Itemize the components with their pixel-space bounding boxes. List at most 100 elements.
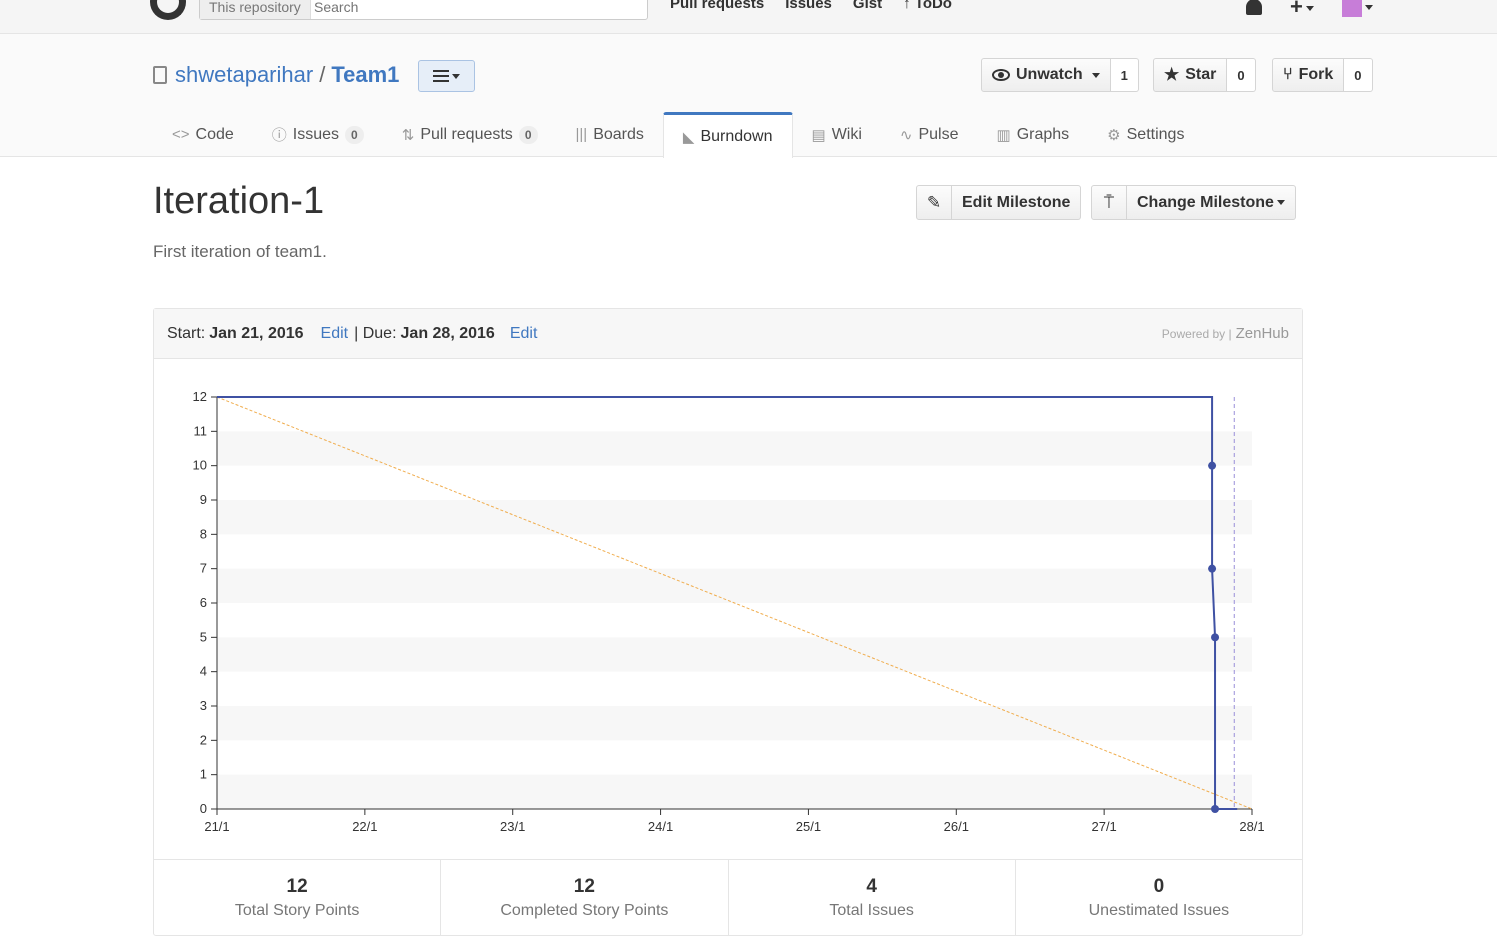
repo-owner-link[interactable]: shwetaparihar xyxy=(175,62,313,88)
y-tick-label: 1 xyxy=(200,767,207,782)
edit-milestone-button[interactable]: ✎ Edit Milestone xyxy=(916,185,1082,220)
top-header: This repository Pull requests Issues Gis… xyxy=(0,0,1497,34)
burndown-panel-header: Start: Jan 21, 2016 Edit | Due: Jan 28, … xyxy=(154,309,1302,359)
burndown-panel: Start: Jan 21, 2016 Edit | Due: Jan 28, … xyxy=(153,308,1303,936)
edit-start-date-link[interactable]: Edit xyxy=(321,325,349,343)
search-scope-label: This repository xyxy=(200,0,311,19)
tab-burndown[interactable]: ◣ Burndown xyxy=(662,112,793,158)
repo-name-link[interactable]: Team1 xyxy=(331,62,399,88)
watch-group: Unwatch 1 xyxy=(981,58,1139,92)
x-tick-label: 27/1 xyxy=(1091,819,1116,834)
nav-gist[interactable]: Gist xyxy=(853,0,882,12)
repo-menu-button[interactable] xyxy=(418,60,475,92)
nav-issues[interactable]: Issues xyxy=(785,0,832,12)
grid-band xyxy=(217,774,1252,809)
chevron-down-icon xyxy=(1305,5,1314,11)
tab-code[interactable]: <> Code xyxy=(153,112,253,157)
graphs-icon: ▥ xyxy=(996,126,1011,144)
github-logo-icon[interactable] xyxy=(150,0,186,20)
stat-total-story-points: 12 Total Story Points xyxy=(154,860,442,935)
user-menu[interactable] xyxy=(1341,0,1373,17)
nav-pull-requests[interactable]: Pull requests xyxy=(670,0,764,12)
fork-label: Fork xyxy=(1298,66,1334,83)
signpost-icon: ⍑ xyxy=(1091,185,1127,220)
zenhub-logo[interactable]: ZenHub xyxy=(1236,325,1289,342)
pulse-icon: ∿ xyxy=(899,126,913,144)
star-icon: ★ xyxy=(1164,65,1180,84)
tab-graphs[interactable]: ▥ Graphs xyxy=(978,112,1089,157)
y-tick-label: 10 xyxy=(193,458,207,473)
search-box[interactable]: This repository xyxy=(199,0,648,20)
edit-due-date-link[interactable]: Edit xyxy=(510,325,538,343)
y-tick-label: 9 xyxy=(200,492,207,507)
tab-pull-requests[interactable]: ⇅ Pull requests 0 xyxy=(383,112,557,157)
tab-label: Issues xyxy=(292,125,340,143)
tab-issues[interactable]: ⓘ Issues 0 xyxy=(253,112,383,157)
tab-pulse[interactable]: ∿ Pulse xyxy=(881,112,978,157)
burndown-chart: 012345678910111221/1 22/1 23/1 24/1 25/1 26/1… xyxy=(193,389,1265,834)
y-tick-label: 0 xyxy=(200,801,207,816)
start-label: Start: xyxy=(167,324,206,342)
change-milestone-text: Change Milestone xyxy=(1137,193,1274,211)
y-tick-label: 3 xyxy=(200,698,207,713)
stat-value: 4 xyxy=(866,875,877,897)
pull-request-icon: ⇅ xyxy=(401,126,415,144)
y-tick-label: 11 xyxy=(194,423,208,438)
edit-milestone-label: Edit Milestone xyxy=(952,185,1082,220)
grid-band xyxy=(217,431,1252,466)
repo-title-separator: / xyxy=(319,62,326,87)
change-milestone-label: Change Milestone xyxy=(1127,185,1296,220)
chevron-down-icon xyxy=(452,73,460,79)
tab-wiki[interactable]: ▤ Wiki xyxy=(793,112,881,157)
milestone-title: Iteration-1 xyxy=(153,180,325,222)
due-date: Jan 28, 2016 xyxy=(400,324,495,342)
grid-band xyxy=(217,500,1252,535)
tab-label: Pull requests xyxy=(420,125,513,143)
tab-boards[interactable]: ||| Boards xyxy=(557,112,663,157)
nav-todo-label: ToDo xyxy=(914,0,952,12)
repository-header: shwetaparihar / Team1 Unwatch 1 ★ Star 0 … xyxy=(0,34,1497,158)
y-tick-label: 12 xyxy=(193,389,207,404)
change-milestone-button[interactable]: ⍑ Change Milestone xyxy=(1091,185,1296,220)
unwatch-button[interactable]: Unwatch xyxy=(981,58,1111,92)
nav-todo[interactable]: ↑ ToDo xyxy=(903,0,952,12)
eye-icon xyxy=(992,69,1010,81)
unwatch-label: Unwatch xyxy=(1016,66,1083,83)
list-icon xyxy=(433,70,449,82)
fork-button[interactable]: ⑂ Fork xyxy=(1272,58,1345,92)
data-point xyxy=(1211,633,1220,642)
x-tick-label: 25/1 xyxy=(796,819,821,834)
burndown-icon: ◣ xyxy=(682,128,695,146)
pencil-icon: ✎ xyxy=(916,185,952,220)
issue-icon: ⓘ xyxy=(271,127,287,144)
stat-label: Unestimated Issues xyxy=(1088,901,1230,919)
wiki-icon: ▤ xyxy=(811,126,826,144)
tab-label: Code xyxy=(195,125,234,143)
star-label: Star xyxy=(1185,66,1217,83)
search-input[interactable] xyxy=(314,0,634,19)
gear-icon: ⚙ xyxy=(1107,126,1121,144)
tab-label: Graphs xyxy=(1016,125,1070,143)
y-tick-label: 4 xyxy=(200,664,207,679)
stat-value: 12 xyxy=(286,875,308,897)
repo-tabs: <> Code ⓘ Issues 0 ⇅ Pull requests 0 ||| Board… xyxy=(153,112,1203,158)
data-point xyxy=(1208,564,1217,573)
pull-requests-count-badge: 0 xyxy=(518,125,538,144)
notifications-bell-icon[interactable] xyxy=(1246,0,1262,15)
watch-count[interactable]: 1 xyxy=(1110,58,1139,92)
code-icon: <> xyxy=(172,126,190,143)
tab-label: Pulse xyxy=(918,125,959,143)
tab-label: Burndown xyxy=(700,127,773,145)
tab-settings[interactable]: ⚙ Settings xyxy=(1088,112,1203,157)
fork-count[interactable]: 0 xyxy=(1344,58,1373,92)
y-tick-label: 2 xyxy=(200,732,207,747)
boards-icon: ||| xyxy=(575,126,588,143)
stat-value: 12 xyxy=(573,875,595,897)
burndown-chart-area: 0 1 2 3 4 5 6 7 8 9 10 11 12 21/1 22/1 23/1 24/1 25/1 26/1… xyxy=(154,359,1302,859)
fork-group: ⑂ Fork 0 xyxy=(1272,58,1373,92)
due-label: | Due: xyxy=(354,324,397,342)
stat-completed-story-points: 12 Completed Story Points xyxy=(441,860,729,935)
star-button[interactable]: ★ Star xyxy=(1153,58,1228,92)
star-count[interactable]: 0 xyxy=(1227,58,1256,92)
create-new-plus-icon[interactable]: + xyxy=(1290,0,1314,20)
